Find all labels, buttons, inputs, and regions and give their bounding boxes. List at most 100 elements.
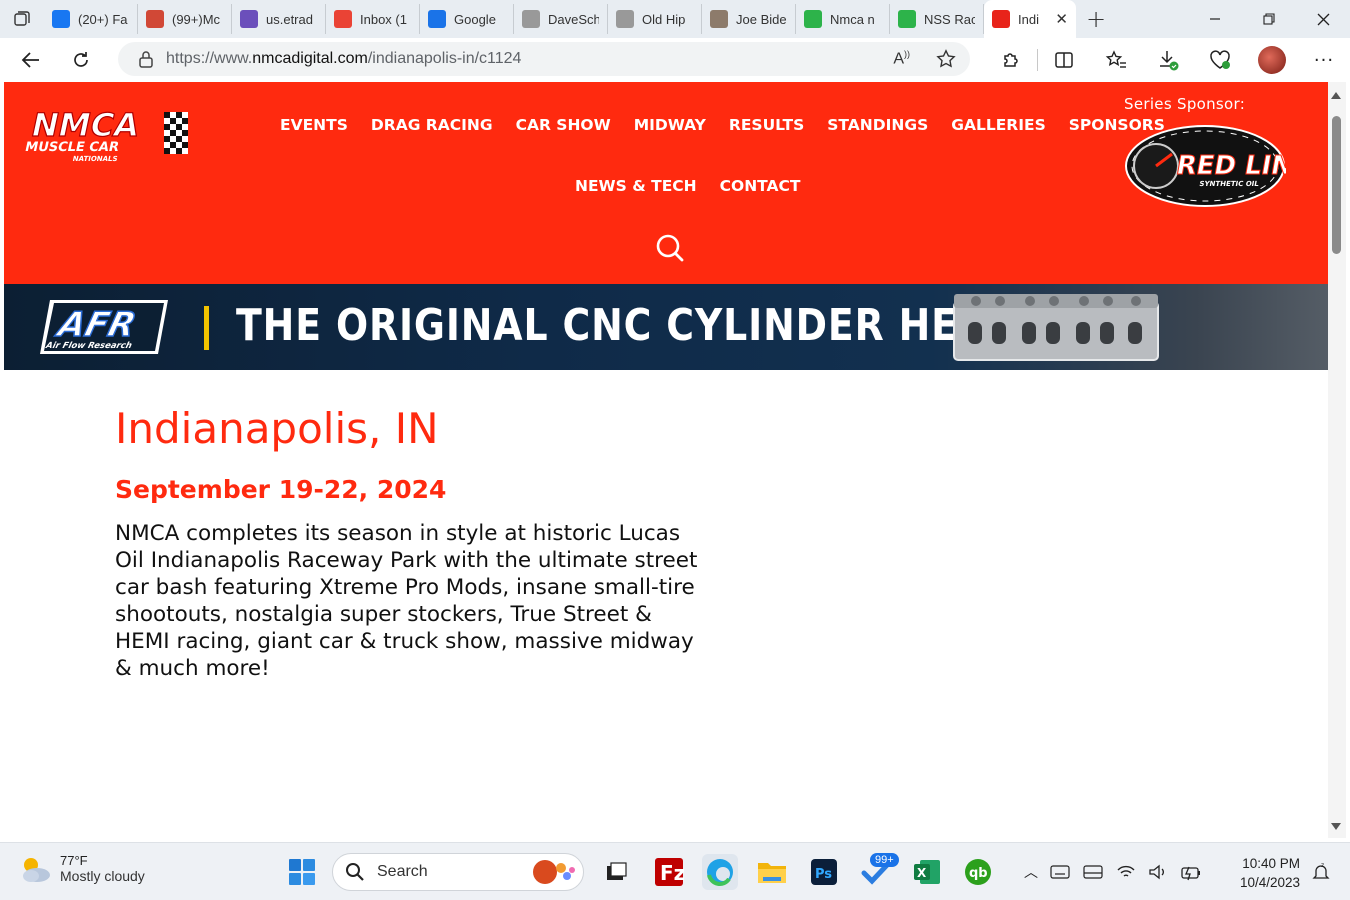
task-view-button[interactable] <box>598 854 634 890</box>
banner-divider <box>204 306 209 350</box>
heart-pulse-icon <box>1210 50 1230 69</box>
keyboard-icon[interactable] <box>1050 865 1070 879</box>
browser-tab[interactable]: DaveSch <box>514 4 608 34</box>
folder-icon <box>758 863 786 883</box>
puzzle-icon <box>1004 53 1018 67</box>
photo-icon <box>710 10 728 28</box>
back-button[interactable] <box>10 42 52 78</box>
browser-tab[interactable]: (20+) Fa <box>44 4 138 34</box>
browser-essentials-button[interactable] <box>1194 38 1246 82</box>
tab-title: Indi <box>1018 11 1039 27</box>
browser-tab[interactable]: NSS Rac <box>890 4 984 34</box>
afr-logo-subtext: Air Flow Research <box>44 341 133 351</box>
window-controls <box>1188 0 1350 38</box>
excel-app[interactable]: X <box>909 854 945 890</box>
volume-icon[interactable] <box>1148 864 1168 880</box>
refresh-button[interactable] <box>60 42 102 78</box>
new-tab-button[interactable]: + <box>1076 0 1116 38</box>
event-city-heading: Indianapolis, IN <box>115 404 439 453</box>
split-screen-icon <box>1055 52 1073 68</box>
weather-widget[interactable]: 77°F Mostly cloudy <box>18 853 145 884</box>
etrade-icon <box>240 10 258 28</box>
restore-button[interactable] <box>1242 0 1296 38</box>
nav-link-drag-racing[interactable]: DRAG RACING <box>371 116 493 134</box>
downloads-button[interactable] <box>1142 38 1194 82</box>
taskbar-search-box[interactable]: Search <box>332 853 584 891</box>
event-content: Indianapolis, IN September 19-22, 2024 N… <box>115 404 715 682</box>
browser-tab[interactable]: (99+)Mc <box>138 4 232 34</box>
tab-strip: (20+) Fa (99+)Mc us.etrad Inbox (1 Google Dav… <box>0 0 1350 38</box>
more-options-icon: ··· <box>1313 49 1335 71</box>
minimize-button[interactable] <box>1188 0 1242 38</box>
windows-start-icon[interactable] <box>288 858 316 886</box>
svg-text:Fz: Fz <box>660 861 684 885</box>
profile-icon <box>616 10 634 28</box>
red-line-sponsor-logo[interactable]: RED LINE SYNTHETIC OIL <box>1124 124 1286 208</box>
wifi-icon[interactable] <box>1116 864 1136 880</box>
logo-text: NMCA <box>28 106 143 144</box>
favorites-button[interactable] <box>1090 38 1142 82</box>
nav-link-events[interactable]: EVENTS <box>280 116 348 134</box>
browser-tab[interactable]: Inbox (1 <box>326 4 420 34</box>
tab-actions-button[interactable] <box>0 0 44 38</box>
main-nav-row-2: NEWS & TECH CONTACT <box>575 177 800 195</box>
taskbar-search-label: Search <box>377 863 428 880</box>
logo-subtext-2: NATIONALS <box>72 154 119 163</box>
chevron-up-icon[interactable]: ︿ <box>1024 862 1038 882</box>
extensions-button[interactable] <box>985 38 1037 82</box>
browser-tab[interactable]: Nmca n <box>796 4 890 34</box>
nav-link-contact[interactable]: CONTACT <box>720 177 801 195</box>
battery-icon[interactable] <box>1180 863 1202 881</box>
scroll-thumb[interactable] <box>1332 116 1341 254</box>
plus-icon: + <box>1085 5 1107 33</box>
tab-actions-icon <box>14 11 30 26</box>
tab-title: Nmca n <box>830 11 875 27</box>
page-scrollbar[interactable] <box>1328 82 1346 838</box>
nmca-logo[interactable]: NMCA MUSCLE CAR NATIONALS <box>22 106 192 166</box>
scroll-down-arrow-icon[interactable] <box>1331 823 1341 830</box>
file-explorer-app[interactable] <box>754 854 790 890</box>
scroll-up-arrow-icon[interactable] <box>1331 92 1341 99</box>
close-tab-icon[interactable]: ✕ <box>1055 10 1068 28</box>
browser-tab[interactable]: Google <box>420 4 514 34</box>
nav-link-standings[interactable]: STANDINGS <box>827 116 928 134</box>
quickbooks-app[interactable]: qb <box>960 854 996 890</box>
gmail-icon <box>334 10 352 28</box>
search-icon[interactable] <box>655 233 685 263</box>
browser-tab[interactable]: Indi ✕ <box>984 0 1076 38</box>
settings-menu-button[interactable]: ··· <box>1298 38 1350 82</box>
lock-icon <box>139 51 153 68</box>
photoshop-app[interactable]: Ps <box>806 854 842 890</box>
search-icon <box>346 863 364 881</box>
browser-tab[interactable]: Joe Bide <box>702 4 796 34</box>
toolbar-right: ··· <box>985 38 1350 82</box>
profile-button[interactable] <box>1246 38 1298 82</box>
url-prefix: https://www. <box>166 50 253 67</box>
weather-condition: Mostly cloudy <box>60 868 145 884</box>
close-window-button[interactable] <box>1296 0 1350 38</box>
display-icon[interactable] <box>1082 864 1104 880</box>
system-clock[interactable]: 10:40 PM 10/4/2023 <box>1240 854 1300 892</box>
edge-app[interactable] <box>702 854 738 890</box>
nav-link-results[interactable]: RESULTS <box>729 116 804 134</box>
address-bar-actions: A)) <box>893 42 956 76</box>
read-aloud-icon[interactable]: A)) <box>893 49 910 68</box>
excel-icon: X <box>914 860 940 884</box>
afr-ad-banner[interactable]: AFR Air Flow Research THE ORIGINAL CNC C… <box>4 284 1328 370</box>
nav-link-midway[interactable]: MIDWAY <box>634 116 706 134</box>
browser-tab[interactable]: us.etrad <box>232 4 326 34</box>
green-thumb-icon <box>898 10 916 28</box>
nav-link-news-tech[interactable]: NEWS & TECH <box>575 177 697 195</box>
nav-link-car-show[interactable]: CAR SHOW <box>516 116 611 134</box>
favorite-star-icon[interactable] <box>936 49 956 69</box>
address-bar[interactable]: https://www.nmcadigital.com/indianapolis… <box>118 42 970 76</box>
split-screen-button[interactable] <box>1038 38 1090 82</box>
facebook-icon <box>52 10 70 28</box>
filezilla-icon: Fz <box>655 858 684 886</box>
back-arrow-icon <box>21 52 39 68</box>
browser-tab[interactable]: Old Hip <box>608 4 702 34</box>
filezilla-app[interactable]: Fz <box>651 854 687 890</box>
nav-link-galleries[interactable]: GALLERIES <box>951 116 1046 134</box>
checkered-flag-icon <box>164 112 188 154</box>
notification-bell-icon[interactable]: z <box>1312 863 1330 881</box>
